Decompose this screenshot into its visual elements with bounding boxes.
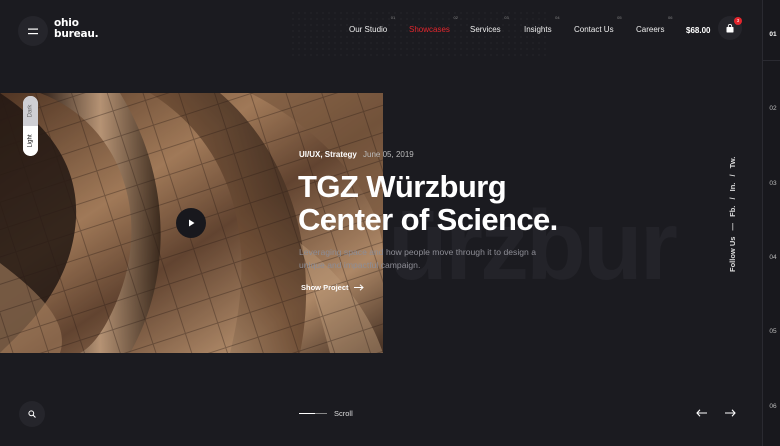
slide-number-5[interactable]: 05 bbox=[765, 328, 780, 335]
scroll-progress-line bbox=[299, 413, 327, 414]
logo-line-2: bureau. bbox=[54, 28, 99, 40]
nav-label: Services bbox=[470, 25, 501, 34]
cart-icon bbox=[726, 23, 734, 32]
follow-label: Follow Us bbox=[728, 236, 737, 272]
theme-option-dark[interactable]: Dark bbox=[23, 96, 38, 126]
play-icon bbox=[188, 219, 194, 227]
nav-label: Careers bbox=[636, 25, 665, 34]
slide-sidebar: 01 02 03 04 05 06 bbox=[762, 0, 780, 446]
project-date: June 05, 2019 bbox=[363, 150, 414, 159]
nav-number: 05 bbox=[617, 15, 622, 20]
project-meta: UI/UX, Strategy June 05, 2019 bbox=[299, 150, 414, 159]
nav-item-services[interactable]: 03 Services bbox=[470, 15, 509, 34]
nav-number: 04 bbox=[555, 15, 560, 20]
theme-option-light[interactable]: Light bbox=[23, 126, 38, 156]
page: ohio bureau. 01 Our Studio 02 Showcases … bbox=[0, 0, 780, 446]
nav-label: Contact Us bbox=[574, 25, 614, 34]
social-follow: Follow Us — Fb. / In. / Tw. bbox=[728, 153, 737, 272]
instagram-link[interactable]: In. bbox=[728, 183, 737, 192]
slide-number-2[interactable]: 02 bbox=[765, 105, 780, 112]
nav-item-careers[interactable]: 06 Careers bbox=[636, 15, 672, 34]
scroll-indicator[interactable]: Scroll bbox=[299, 409, 353, 418]
project-title-line-2: Center of Science. bbox=[298, 202, 558, 237]
nav-item-contact-us[interactable]: 05 Contact Us bbox=[574, 15, 622, 34]
nav-item-insights[interactable]: 04 Insights bbox=[524, 15, 560, 34]
nav-number: 03 bbox=[504, 15, 509, 20]
theme-toggle[interactable]: Dark Light bbox=[23, 96, 38, 156]
show-project-label: Show Project bbox=[301, 283, 349, 292]
follow-separator: / bbox=[728, 174, 737, 177]
follow-separator: / bbox=[728, 197, 737, 200]
search-button[interactable] bbox=[19, 401, 45, 427]
slide-number-1[interactable]: 01 bbox=[765, 31, 780, 38]
nav-label: Showcases bbox=[409, 25, 450, 34]
arrow-right-icon bbox=[353, 284, 364, 291]
logo[interactable]: ohio bureau. bbox=[54, 18, 99, 40]
cart-count-badge: 3 bbox=[734, 17, 742, 25]
nav-item-our-studio[interactable]: 01 Our Studio bbox=[349, 15, 395, 34]
previous-slide-button[interactable] bbox=[693, 405, 709, 421]
project-description: Leveraging space and how people move thr… bbox=[299, 247, 536, 270]
twitter-link[interactable]: Tw. bbox=[728, 157, 737, 169]
nav-number: 06 bbox=[668, 15, 673, 20]
menu-button[interactable] bbox=[18, 16, 48, 46]
nav-label: Insights bbox=[524, 25, 552, 34]
next-slide-button[interactable] bbox=[722, 405, 738, 421]
arrow-left-icon bbox=[695, 409, 707, 417]
slide-number-6[interactable]: 06 bbox=[765, 403, 780, 410]
show-project-link[interactable]: Show Project bbox=[301, 283, 364, 292]
scroll-label: Scroll bbox=[334, 409, 353, 418]
cart-total: $68.00 bbox=[686, 26, 711, 35]
nav-number: 02 bbox=[453, 15, 458, 20]
theme-light-label: Light bbox=[27, 134, 34, 148]
slide-number-4[interactable]: 04 bbox=[765, 254, 780, 261]
nav-label: Our Studio bbox=[349, 25, 388, 34]
slide-number-3[interactable]: 03 bbox=[765, 180, 780, 187]
nav-number: 01 bbox=[390, 15, 396, 20]
menu-icon bbox=[28, 28, 38, 34]
play-video-button[interactable] bbox=[176, 208, 206, 238]
project-title: TGZ Würzburg Center of Science. bbox=[298, 170, 558, 236]
follow-dash: — bbox=[728, 222, 737, 231]
sidebar-divider bbox=[763, 60, 780, 61]
facebook-link[interactable]: Fb. bbox=[728, 206, 737, 217]
theme-dark-label: Dark bbox=[27, 104, 34, 118]
dot-pattern bbox=[290, 10, 550, 60]
arrow-right-icon bbox=[724, 409, 736, 417]
nav-item-showcases[interactable]: 02 Showcases bbox=[409, 15, 458, 34]
project-title-line-1: TGZ Würzburg bbox=[298, 169, 507, 204]
search-icon bbox=[28, 410, 36, 418]
project-category[interactable]: UI/UX, Strategy bbox=[299, 150, 357, 159]
